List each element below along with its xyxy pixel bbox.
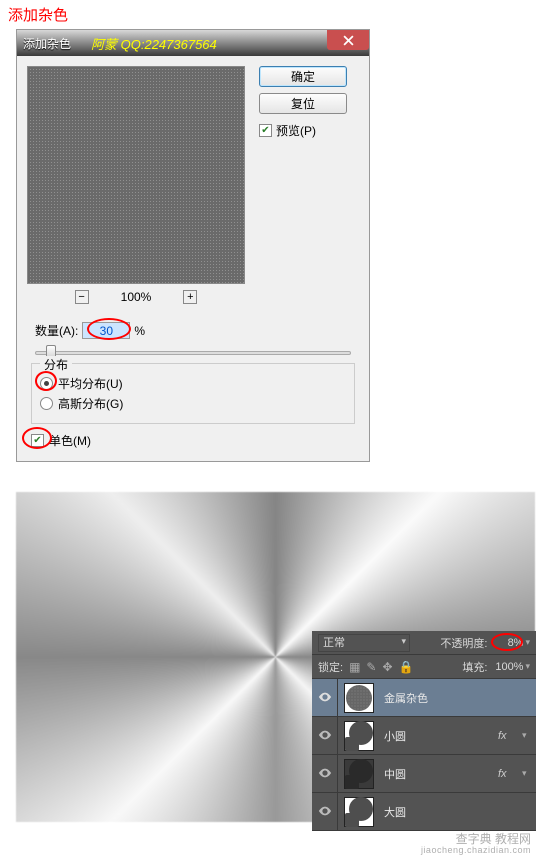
lock-position-icon[interactable]: ✥ — [382, 660, 392, 674]
distribution-group-label: 分布 — [40, 356, 72, 373]
amount-slider[interactable] — [35, 351, 351, 355]
layer-row-metal-noise[interactable]: 金属杂色 — [312, 679, 536, 717]
lock-icons: ▦ ✎ ✥ 🔒 — [349, 660, 413, 674]
uniform-label: 平均分布(U) — [58, 375, 123, 392]
add-noise-dialog: 添加杂色 阿蒙 QQ:2247367564 − 100% + 确定 复位 ✔ 预… — [16, 29, 370, 462]
amount-unit: % — [134, 324, 145, 338]
layer-row-small-circle[interactable]: 小圆 fx ▾ — [312, 717, 536, 755]
blend-mode-select[interactable]: 正常 — [318, 634, 410, 652]
layer-row-medium-circle[interactable]: 中圆 fx ▾ — [312, 755, 536, 793]
gaussian-radio[interactable] — [40, 397, 53, 410]
layer-fx[interactable]: fx — [498, 730, 522, 742]
layer-thumbnail — [344, 797, 374, 827]
preview-checkbox[interactable]: ✔ — [259, 124, 272, 137]
amount-label: 数量(A): — [35, 322, 78, 339]
close-button[interactable] — [327, 30, 369, 50]
lock-transparent-icon[interactable]: ▦ — [349, 660, 360, 674]
lock-paint-icon[interactable]: ✎ — [366, 660, 376, 674]
fx-expand-icon[interactable]: ▾ — [522, 730, 536, 741]
layer-name: 大圆 — [380, 804, 498, 820]
metal-preview-area: 正常 不透明度: ▾ 锁定: ▦ ✎ ✥ 🔒 填充: ▾ — [16, 492, 535, 822]
visibility-icon[interactable] — [318, 767, 332, 781]
layer-row-big-circle[interactable]: 大圆 — [312, 793, 536, 831]
visibility-icon[interactable] — [318, 729, 332, 743]
zoom-out-button[interactable]: − — [75, 290, 89, 304]
lock-all-icon[interactable]: 🔒 — [399, 660, 414, 674]
noise-preview — [27, 66, 245, 284]
visibility-icon[interactable] — [318, 805, 332, 819]
annotation-title: 添加杂色 — [0, 0, 550, 29]
opacity-label: 不透明度: — [440, 635, 487, 651]
visibility-icon[interactable] — [318, 691, 332, 705]
close-icon — [343, 35, 354, 46]
layer-thumbnail — [344, 721, 374, 751]
opacity-dropdown-icon[interactable]: ▾ — [525, 637, 530, 648]
lock-label: 锁定: — [318, 659, 343, 675]
reset-button[interactable]: 复位 — [259, 93, 347, 114]
monochrome-checkbox[interactable]: ✔ — [31, 434, 44, 447]
gaussian-label: 高斯分布(G) — [58, 395, 123, 412]
layer-thumbnail — [344, 683, 374, 713]
dialog-titlebar: 添加杂色 阿蒙 QQ:2247367564 — [17, 30, 369, 56]
layer-name: 小圆 — [380, 728, 498, 744]
zoom-in-button[interactable]: + — [183, 290, 197, 304]
layers-panel: 正常 不透明度: ▾ 锁定: ▦ ✎ ✥ 🔒 填充: ▾ — [312, 631, 536, 831]
site-watermark: 查字典 教程网 jiaocheng.chazidian.com — [421, 833, 531, 856]
amount-input[interactable] — [82, 322, 130, 339]
fill-label: 填充: — [462, 659, 487, 675]
uniform-radio[interactable] — [40, 377, 53, 390]
preview-label: 预览(P) — [276, 122, 316, 139]
layer-name: 中圆 — [380, 766, 498, 782]
zoom-percent: 100% — [121, 290, 152, 304]
ok-button[interactable]: 确定 — [259, 66, 347, 87]
fill-input[interactable] — [493, 659, 523, 674]
fill-dropdown-icon[interactable]: ▾ — [525, 661, 530, 672]
distribution-group: 分布 平均分布(U) 高斯分布(G) — [31, 363, 355, 424]
dialog-title: 添加杂色 — [23, 35, 71, 52]
author-watermark: 阿蒙 QQ:2247367564 — [91, 34, 217, 53]
layer-fx[interactable]: fx — [498, 768, 522, 780]
layer-thumbnail — [344, 759, 374, 789]
monochrome-label: 单色(M) — [49, 432, 91, 449]
fx-expand-icon[interactable]: ▾ — [522, 768, 536, 779]
layer-name: 金属杂色 — [380, 690, 498, 706]
opacity-input[interactable] — [493, 635, 523, 650]
